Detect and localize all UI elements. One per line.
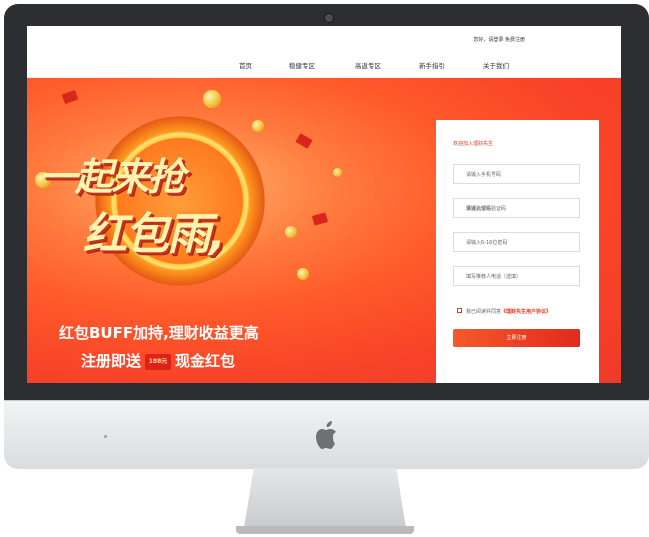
referrer-placeholder: 填写推荐人电话（选填） <box>466 274 522 280</box>
nav-item-about[interactable]: 关于我们 <box>483 60 509 70</box>
camera-icon <box>324 13 334 23</box>
banner-headline-1: 一起来抢 <box>39 155 185 199</box>
form-title: 欢迎加入理财先生 <box>453 141 494 147</box>
sensor-dot <box>104 435 107 438</box>
banner-subline-1: 红包BUFF加持,理财收益更高 <box>59 324 259 342</box>
red-envelope-icon <box>61 89 79 105</box>
red-envelope-icon <box>311 212 329 226</box>
red-envelope-icon <box>295 133 313 149</box>
red-packet-badge: 188元 <box>145 353 172 370</box>
nav-item-guide[interactable]: 新手指引 <box>419 60 445 70</box>
monitor-stand <box>244 468 406 528</box>
password-placeholder: 请输入6-16位密码 <box>466 240 508 246</box>
gold-coin-icon <box>297 268 309 280</box>
imac-mockup: 您好，请登录 免费注册 首页 稳健专区 高返专区 新手指引 关于我们 一起来抢 … <box>0 0 649 537</box>
password-input[interactable]: 请输入6-16位密码 <box>453 232 580 252</box>
gold-coin-icon <box>252 120 264 132</box>
register-button[interactable]: 立即注册 <box>453 329 580 347</box>
subline-prefix: 注册即送 <box>81 352 142 370</box>
monitor-chin <box>4 400 649 469</box>
user-agreement-link[interactable]: 《理财先生用户协议》 <box>501 309 551 315</box>
phone-placeholder: 请输入手机号码 <box>466 172 502 178</box>
gold-coin-icon <box>203 90 221 108</box>
agree-checkbox[interactable] <box>457 308 462 313</box>
sms-code-input[interactable]: 请输入短信验证码 发送验证码 <box>453 198 580 218</box>
agree-prefix: 我已阅读并同意 <box>466 309 502 315</box>
monitor-stand-base <box>236 526 414 534</box>
nav-item-home[interactable]: 首页 <box>239 60 252 70</box>
nav-item-stable[interactable]: 稳健专区 <box>289 60 315 70</box>
referrer-input[interactable]: 填写推荐人电话（选填） <box>453 266 580 286</box>
apple-logo-icon <box>316 421 336 449</box>
agree-text: 我已阅读并同意《理财先生用户协议》 <box>466 308 551 315</box>
top-bar: 您好，请登录 免费注册 <box>27 26 621 50</box>
subline-suffix: 现金红包 <box>175 352 236 370</box>
register-form: 欢迎加入理财先生 请输入手机号码 请输入短信验证码 发送验证码 请输入6-16位密… <box>436 120 599 383</box>
main-nav: 首页 稳健专区 高返专区 新手指引 关于我们 <box>27 50 621 78</box>
gold-coin-icon <box>285 226 297 238</box>
login-register-links[interactable]: 您好，请登录 免费注册 <box>473 36 525 43</box>
banner-headline-2: 红包雨, <box>83 209 226 260</box>
send-code-button[interactable]: 发送验证码 <box>466 205 575 212</box>
gold-coin-icon <box>333 168 342 177</box>
nav-item-high-return[interactable]: 高返专区 <box>355 60 381 70</box>
banner-subline-2: 注册即送 188元 现金红包 <box>81 350 235 371</box>
screen: 您好，请登录 免费注册 首页 稳健专区 高返专区 新手指引 关于我们 一起来抢 … <box>27 26 621 383</box>
phone-input[interactable]: 请输入手机号码 <box>453 164 580 184</box>
